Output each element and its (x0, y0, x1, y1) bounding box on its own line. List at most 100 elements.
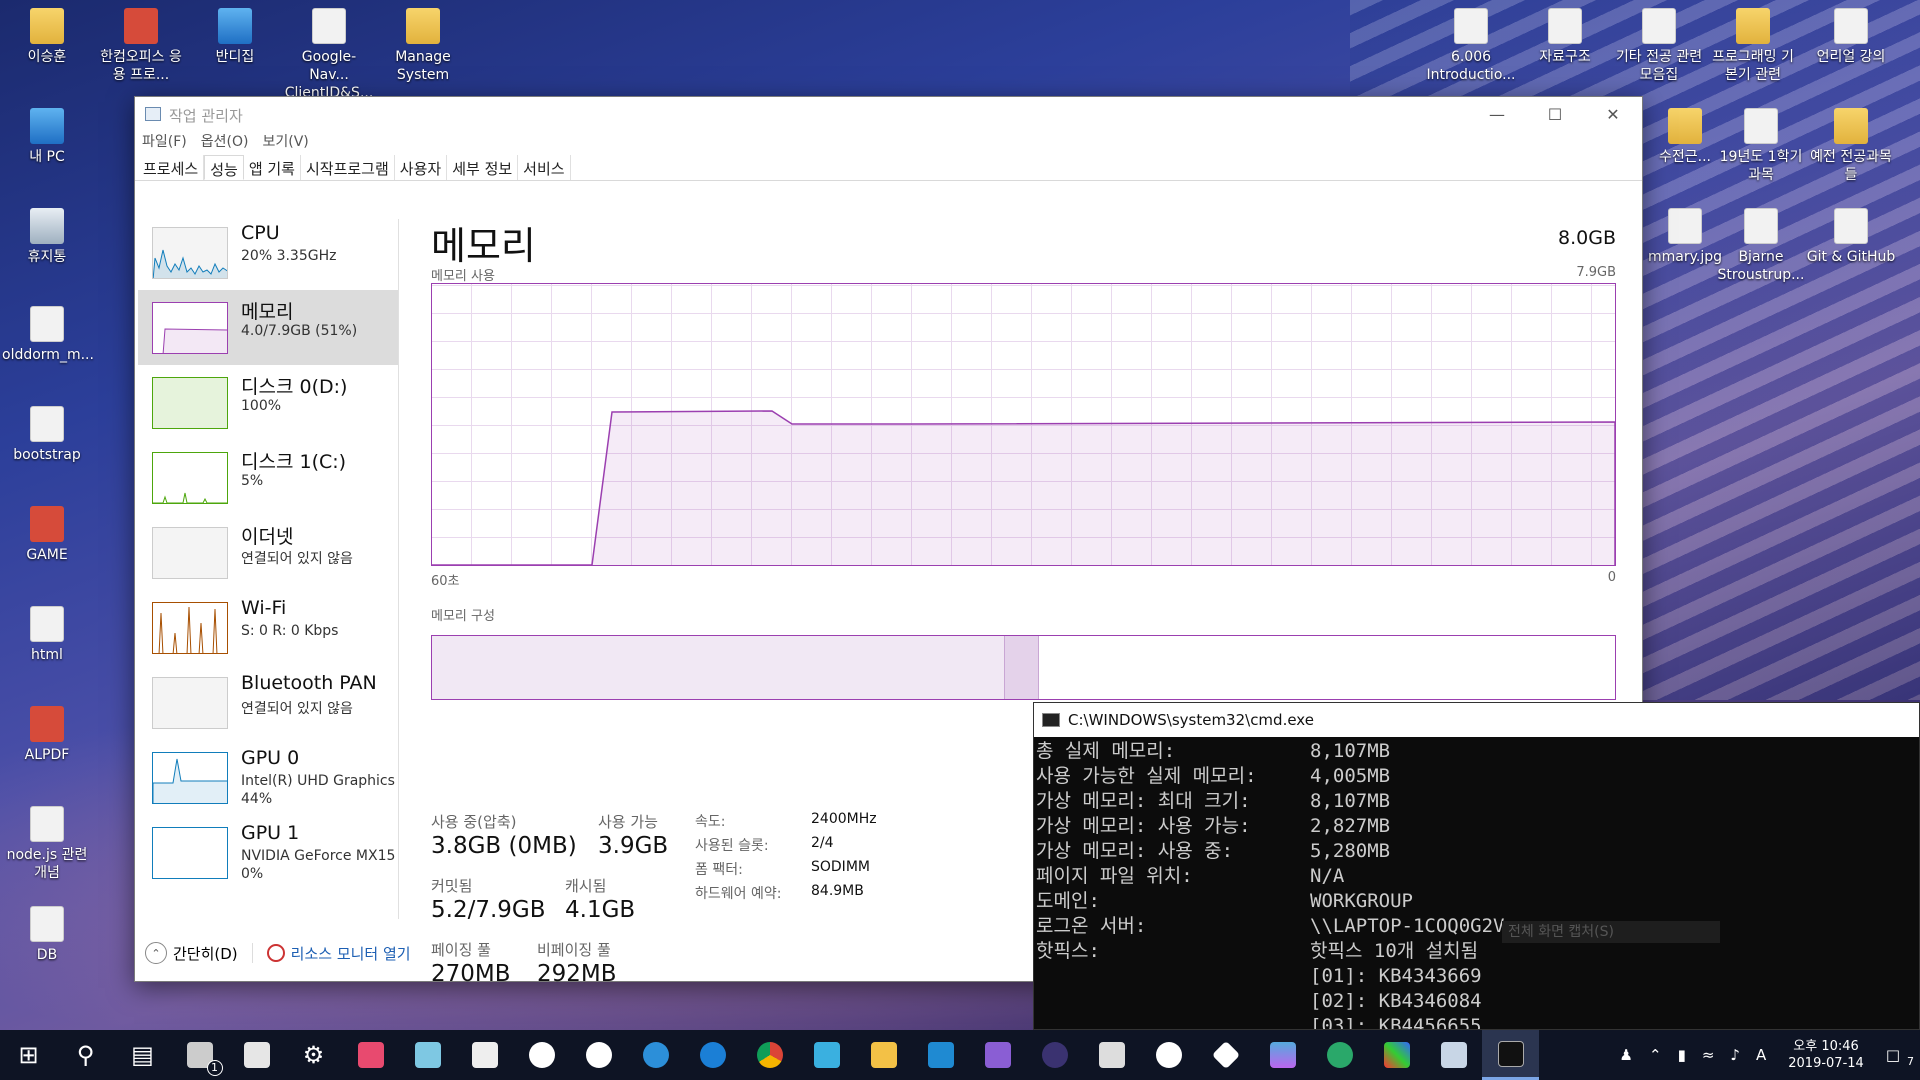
cmd-line-value: 2,827MB (1310, 815, 1391, 837)
desktop-icon[interactable]: 이승훈 (2, 8, 92, 66)
desktop-icon[interactable]: 6.006 Introductio... (1426, 8, 1516, 84)
resource-bluetooth-pan[interactable]: Bluetooth PAN 연결되어 있지 않음 (138, 665, 398, 740)
cat-icon[interactable] (513, 1030, 570, 1080)
edge-icon[interactable] (684, 1030, 741, 1080)
tab-details[interactable]: 세부 정보 (447, 155, 519, 180)
desktop-icon[interactable]: 내 PC (2, 108, 92, 166)
resource-disk-0[interactable]: 디스크 0(D:) 100% (138, 365, 398, 440)
atom-icon[interactable] (1311, 1030, 1368, 1080)
bluetooth-thumbnail (152, 677, 228, 729)
form-factor-value: SODIMM (811, 859, 870, 875)
notifications-icon[interactable]: □ 7 (1878, 1046, 1920, 1068)
store-icon[interactable] (228, 1030, 285, 1080)
tab-services[interactable]: 서비스 (518, 155, 571, 180)
menu-file[interactable]: 파일(F) (142, 131, 187, 155)
task-view-icon[interactable]: ▤ (114, 1030, 171, 1080)
task-manager-taskbar-icon[interactable] (1425, 1030, 1482, 1080)
fewer-details-link[interactable]: 간단히(D) (173, 943, 238, 964)
pane-divider[interactable] (398, 219, 399, 919)
settings-icon[interactable]: ⚙ (285, 1030, 342, 1080)
desktop-icon[interactable]: 예전 전공과목들 (1806, 108, 1896, 184)
cmd-taskbar-icon[interactable] (1482, 1030, 1539, 1080)
cmd-output[interactable]: 총 실제 메모리: 8,107MB 사용 가능한 실제 메모리: 4,005MB 가상 … (1034, 737, 1919, 1029)
resource-cpu[interactable]: CPU 20% 3.35GHz (138, 215, 398, 290)
memory-usage-label: 메모리 사용 (431, 269, 495, 284)
menu-view[interactable]: 보기(V) (262, 131, 308, 155)
clock[interactable]: 오후 10:46 2019-07-14 (1774, 1038, 1878, 1072)
wifi-icon[interactable]: ≈ (1694, 1046, 1723, 1064)
eclipse-icon[interactable] (1026, 1030, 1083, 1080)
git-icon[interactable] (1368, 1030, 1425, 1080)
people-icon[interactable]: ♟ (1612, 1046, 1641, 1064)
resource-gpu-0[interactable]: GPU 0 Intel(R) UHD Graphics 44% (138, 740, 398, 815)
tab-performance[interactable]: 성능 (204, 155, 244, 180)
desktop-icon[interactable]: Manage System (378, 8, 468, 84)
desktop-icon[interactable]: html (2, 606, 92, 664)
desktop-icon[interactable]: node.js 관련 개념 (2, 806, 92, 882)
battery-icon[interactable]: ▮ (1670, 1046, 1694, 1064)
file-explorer-icon[interactable] (855, 1030, 912, 1080)
search-icon[interactable]: ⚲ (57, 1030, 114, 1080)
desktop-icon[interactable]: Git & GitHub (1806, 208, 1896, 266)
resource-memory[interactable]: 메모리 4.0/7.9GB (51%) (138, 290, 398, 365)
paged-pool-value: 270MB (431, 961, 511, 987)
desktop-icon[interactable]: 자료구조 (1520, 8, 1610, 66)
chrome-icon[interactable] (741, 1030, 798, 1080)
desktop-icon[interactable]: Google-Nav... ClientID&S... (284, 8, 374, 102)
notes-icon[interactable] (399, 1030, 456, 1080)
resource-disk-1[interactable]: 디스크 1(C:) 5% (138, 440, 398, 515)
cmd-line: 로그온 서버: \\LAPTOP-1COQ0G2V (1036, 914, 1919, 939)
ime-indicator[interactable]: A (1748, 1046, 1774, 1064)
desktop-icon[interactable]: 기타 전공 관련 모음집 (1614, 8, 1704, 84)
desktop-icon[interactable]: bootstrap (2, 406, 92, 464)
desktop-icon[interactable]: 반디집 (190, 8, 280, 66)
desktop-icon[interactable]: 휴지통 (2, 208, 92, 266)
resource-gpu-1[interactable]: GPU 1 NVIDIA GeForce MX15 0% (138, 815, 398, 890)
desktop-icon[interactable]: DB (2, 906, 92, 964)
unity-icon[interactable] (1083, 1030, 1140, 1080)
title-bar[interactable]: 작업 관리자 — ☐ ✕ (135, 97, 1642, 131)
menu-options[interactable]: 옵션(O) (201, 131, 249, 155)
cmd-line-value: N/A (1310, 865, 1345, 887)
mail-icon[interactable]: 1 (171, 1030, 228, 1080)
desktop-icon[interactable]: Bjarne Stroustrup... (1716, 208, 1806, 284)
chevron-up-icon[interactable]: ⌃ (145, 942, 167, 964)
desktop-icon[interactable]: 한컴오피스 응용 프로... (96, 8, 186, 84)
github-icon[interactable] (570, 1030, 627, 1080)
cmd-line-key: 페이지 파일 위치: (1036, 865, 1193, 887)
desktop-icon[interactable]: 19년도 1학기 과목 (1716, 108, 1806, 184)
chevron-up-icon[interactable]: ⌃ (1641, 1046, 1670, 1064)
calculator-icon[interactable] (456, 1030, 513, 1080)
slots-value: 2/4 (811, 835, 834, 851)
unreal-icon[interactable] (1140, 1030, 1197, 1080)
visual-studio-icon[interactable] (969, 1030, 1026, 1080)
minimize-button[interactable]: — (1468, 97, 1526, 131)
windows-start-icon[interactable]: ⊞ (0, 1030, 57, 1080)
maximize-button[interactable]: ☐ (1526, 97, 1584, 131)
resource-wifi[interactable]: Wi-Fi S: 0 R: 0 Kbps (138, 590, 398, 665)
resource-ethernet[interactable]: 이더넷 연결되어 있지 않음 (138, 515, 398, 590)
desktop-icon[interactable]: 언리얼 강의 (1806, 8, 1896, 66)
nonpaged-pool-label: 비페이징 풀 (537, 941, 611, 959)
clock-time: 오후 10:46 (1793, 1039, 1859, 1054)
open-resource-monitor-link[interactable]: 리소스 모니터 열기 (291, 943, 411, 964)
tab-app-history[interactable]: 앱 기록 (244, 155, 301, 180)
cmd-icon (1042, 713, 1060, 727)
vscode-icon[interactable] (912, 1030, 969, 1080)
tab-startup[interactable]: 시작프로그램 (301, 155, 395, 180)
wifi-thumbnail (152, 602, 228, 654)
desktop-icon[interactable]: olddorm_m... (2, 306, 94, 364)
sourcetree-icon[interactable] (1197, 1030, 1254, 1080)
volume-mute-icon[interactable]: ♪ (1722, 1046, 1748, 1064)
desktop-icon[interactable]: GAME (2, 506, 92, 564)
app-icon[interactable] (1254, 1030, 1311, 1080)
desktop-icon[interactable]: 프로그래밍 기본기 관련 (1708, 8, 1798, 84)
close-button[interactable]: ✕ (1584, 97, 1642, 131)
bird-icon[interactable] (798, 1030, 855, 1080)
tab-users[interactable]: 사용자 (395, 155, 448, 180)
paint-icon[interactable] (342, 1030, 399, 1080)
cmd-title-bar[interactable]: C:\WINDOWS\system32\cmd.exe (1034, 703, 1919, 737)
tab-processes[interactable]: 프로세스 (138, 155, 205, 180)
internet-explorer-icon[interactable] (627, 1030, 684, 1080)
desktop-icon[interactable]: ALPDF (2, 706, 92, 764)
